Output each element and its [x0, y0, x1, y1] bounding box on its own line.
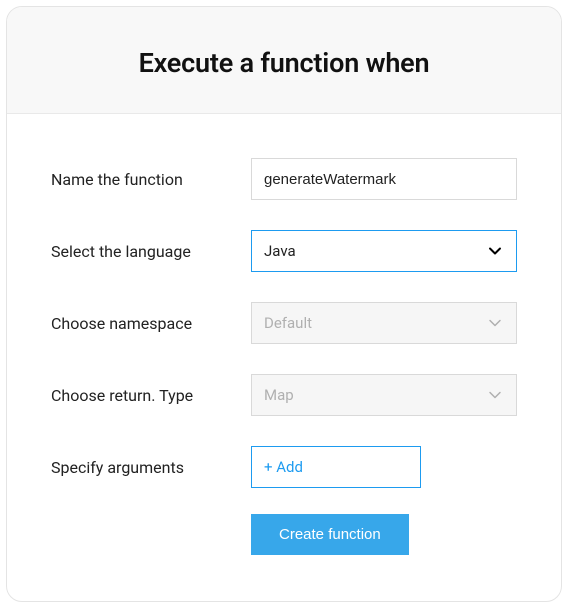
create-function-button[interactable]: Create function: [251, 514, 409, 555]
return-type-selected-value: Map: [264, 386, 294, 404]
row-language: Select the language Java: [51, 230, 517, 272]
row-arguments: Specify arguments + Add: [51, 446, 517, 488]
page-title: Execute a function when: [27, 47, 541, 79]
language-select[interactable]: Java: [251, 230, 517, 272]
control-wrap: Default: [251, 302, 517, 344]
control-wrap: Java: [251, 230, 517, 272]
add-argument-label: + Add: [264, 458, 303, 476]
language-selected-value: Java: [264, 242, 296, 260]
submit-row: Create function: [51, 514, 517, 555]
label-function-name: Name the function: [51, 170, 251, 189]
return-type-select[interactable]: Map: [251, 374, 517, 416]
control-wrap: Map: [251, 374, 517, 416]
label-return-type: Choose return. Type: [51, 386, 251, 405]
row-function-name: Name the function: [51, 158, 517, 200]
add-argument-button[interactable]: + Add: [251, 446, 421, 488]
card-header: Execute a function when: [7, 7, 561, 114]
card-body: Name the function Select the language Ja…: [7, 114, 561, 575]
chevron-down-icon: [488, 316, 502, 330]
namespace-select[interactable]: Default: [251, 302, 517, 344]
label-arguments: Specify arguments: [51, 458, 251, 477]
chevron-down-icon: [488, 244, 502, 258]
control-wrap: [251, 158, 517, 200]
control-wrap: + Add: [251, 446, 517, 488]
label-language: Select the language: [51, 242, 251, 261]
namespace-selected-value: Default: [264, 314, 312, 332]
function-form-card: Execute a function when Name the functio…: [6, 6, 562, 602]
label-namespace: Choose namespace: [51, 314, 251, 333]
chevron-down-icon: [488, 388, 502, 402]
row-return-type: Choose return. Type Map: [51, 374, 517, 416]
language-select-wrap: Java: [251, 230, 517, 272]
row-namespace: Choose namespace Default: [51, 302, 517, 344]
function-name-input[interactable]: [251, 158, 517, 200]
return-type-select-wrap: Map: [251, 374, 517, 416]
namespace-select-wrap: Default: [251, 302, 517, 344]
